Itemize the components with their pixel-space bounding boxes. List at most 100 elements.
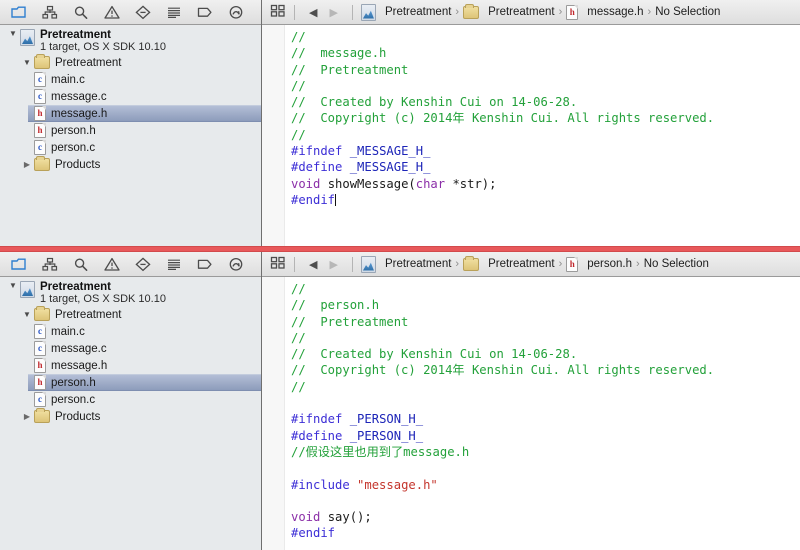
c-file-icon: c — [34, 72, 46, 87]
h-file-icon: h — [566, 4, 579, 20]
file-row-main-c[interactable]: c main.c — [28, 323, 261, 340]
search-navigator-icon[interactable] — [72, 256, 90, 272]
test-navigator-icon[interactable] — [165, 4, 183, 20]
code-token: #ifndef — [291, 144, 343, 159]
c-file-icon: c — [34, 341, 46, 356]
h-file-icon: h — [34, 123, 46, 138]
code-line: #include "message.h" — [291, 477, 800, 493]
bottom-navigator-tree[interactable]: ▼ Pretreatment 1 target, OS X SDK 10.10 ▼ Pr… — [0, 277, 261, 550]
code-token: _MESSAGE_H_ — [349, 160, 431, 175]
report-navigator-icon[interactable] — [227, 256, 245, 272]
code-token: char — [415, 176, 446, 191]
disclosure-triangle-icon[interactable]: ▼ — [6, 281, 20, 290]
disclosure-triangle-icon[interactable]: ▼ — [6, 29, 20, 38]
bottom-jump-bar[interactable]: ◀ ▶ Pretreatment › Pretreatment › h person.h › No… — [262, 252, 800, 277]
top-jump-bar[interactable]: ◀ ▶ Pretreatment › Pretreatment › h message.h › N… — [262, 0, 800, 25]
breadcrumb-item[interactable]: h message.h — [566, 4, 644, 20]
issue-navigator-icon[interactable] — [134, 4, 152, 20]
related-items-icon[interactable] — [270, 255, 286, 273]
top-project-navigator: ▼ Pretreatment 1 target, OS X SDK 10.10 ▼ Pr… — [0, 0, 262, 246]
code-line: // Copyright (c) 2014年 Kenshin Cui. All … — [291, 362, 800, 378]
issue-navigator-icon[interactable] — [134, 256, 152, 272]
folder-icon — [34, 54, 50, 69]
file-row-message-h[interactable]: h message.h — [28, 357, 261, 374]
file-row-main-c[interactable]: c main.c — [28, 71, 261, 88]
file-row-person-c[interactable]: c person.c — [28, 139, 261, 156]
breadcrumb-item[interactable]: h person.h — [566, 256, 632, 272]
top-navigator-tree[interactable]: ▼ Pretreatment 1 target, OS X SDK 10.10 ▼ Pr… — [0, 25, 261, 246]
breadcrumb-item[interactable]: Pretreatment — [360, 255, 452, 273]
forward-button[interactable]: ▶ — [329, 258, 337, 271]
report-navigator-icon[interactable] — [227, 4, 245, 20]
breadcrumb-item[interactable]: No Selection — [644, 258, 709, 270]
file-row-person-h[interactable]: h person.h — [28, 122, 261, 139]
file-label: person.h — [51, 376, 96, 389]
hierarchy-navigator-icon[interactable] — [41, 256, 59, 272]
breadcrumb-item[interactable]: Pretreatment — [360, 3, 451, 21]
code-token: // — [291, 127, 306, 142]
disclosure-triangle-icon[interactable]: ▶ — [20, 160, 34, 169]
folder-icon — [34, 408, 50, 423]
breadcrumb-item[interactable]: Pretreatment — [463, 3, 555, 19]
back-button[interactable]: ◀ — [309, 258, 317, 271]
search-navigator-icon[interactable] — [72, 4, 90, 20]
warning-navigator-icon[interactable] — [103, 256, 121, 272]
code-token: // Copyright (c) 2014年 Kenshin Cui. All … — [291, 111, 715, 126]
folder-navigator-icon[interactable] — [10, 4, 28, 20]
code-token: // — [291, 78, 306, 93]
back-button[interactable]: ◀ — [309, 6, 317, 19]
code-token: #define — [291, 160, 343, 175]
code-token: *str); — [445, 176, 497, 191]
project-row[interactable]: ▼ Pretreatment 1 target, OS X SDK 10.10 — [0, 28, 261, 54]
code-line: #endif — [291, 192, 800, 208]
h-file-icon: h — [34, 358, 46, 373]
group-row-products[interactable]: ▶ Products — [14, 156, 261, 173]
c-file-icon: c — [34, 140, 46, 155]
related-items-icon[interactable] — [270, 3, 286, 21]
file-row-message-c[interactable]: c message.c — [28, 340, 261, 357]
file-row-message-h[interactable]: h message.h — [28, 105, 261, 122]
group-row-products[interactable]: ▶ Products — [14, 408, 261, 425]
code-token: say(); — [320, 510, 372, 525]
file-row-message-c[interactable]: c message.c — [28, 88, 261, 105]
file-label: person.c — [51, 393, 96, 406]
breadcrumb-item[interactable]: Pretreatment — [463, 255, 555, 271]
code-token: "message.h" — [357, 477, 438, 492]
hierarchy-navigator-icon[interactable] — [41, 4, 59, 20]
breadcrumb-label: Pretreatment — [384, 258, 452, 270]
code-token: // Pretreatment — [291, 62, 409, 77]
group-row-pretreatment[interactable]: ▼ Pretreatment — [14, 54, 261, 71]
forward-button[interactable]: ▶ — [329, 6, 337, 19]
project-row[interactable]: ▼ Pretreatment 1 target, OS X SDK 10.10 — [0, 280, 261, 306]
group-label: Pretreatment — [55, 308, 122, 321]
divider — [351, 4, 353, 20]
breadcrumb-chevron-icon: › — [558, 6, 563, 18]
code-line: // — [291, 78, 800, 94]
file-row-person-h[interactable]: h person.h — [28, 374, 261, 391]
code-token: void — [291, 176, 321, 191]
bottom-code-area[interactable]: //// person.h// Pretreatment//// Created… — [262, 277, 800, 550]
bottom-project-navigator: ▼ Pretreatment 1 target, OS X SDK 10.10 ▼ Pr… — [0, 252, 262, 550]
top-code-area[interactable]: //// message.h// Pretreatment//// Create… — [262, 25, 800, 246]
disclosure-triangle-icon[interactable]: ▼ — [20, 58, 34, 67]
bottom-navigator-toolbar — [0, 252, 261, 277]
breakpoint-navigator-icon[interactable] — [196, 4, 214, 20]
disclosure-triangle-icon[interactable]: ▼ — [20, 310, 34, 319]
breakpoint-navigator-icon[interactable] — [196, 256, 214, 272]
code-line: // message.h — [291, 45, 800, 61]
text-caret — [335, 193, 337, 206]
folder-navigator-icon[interactable] — [10, 256, 28, 272]
code-line: // Created by Kenshin Cui on 14-06-28. — [291, 94, 800, 110]
warning-navigator-icon[interactable] — [103, 4, 121, 20]
group-row-pretreatment[interactable]: ▼ Pretreatment — [14, 306, 261, 323]
disclosure-triangle-icon[interactable]: ▶ — [20, 412, 34, 421]
file-row-person-c[interactable]: c person.c — [28, 391, 261, 408]
xcode-window: ▼ Pretreatment 1 target, OS X SDK 10.10 ▼ Pr… — [0, 0, 800, 550]
breadcrumb-item[interactable]: No Selection — [655, 6, 720, 18]
group-label: Pretreatment — [55, 56, 122, 69]
file-label: message.c — [51, 90, 107, 103]
test-navigator-icon[interactable] — [165, 256, 183, 272]
